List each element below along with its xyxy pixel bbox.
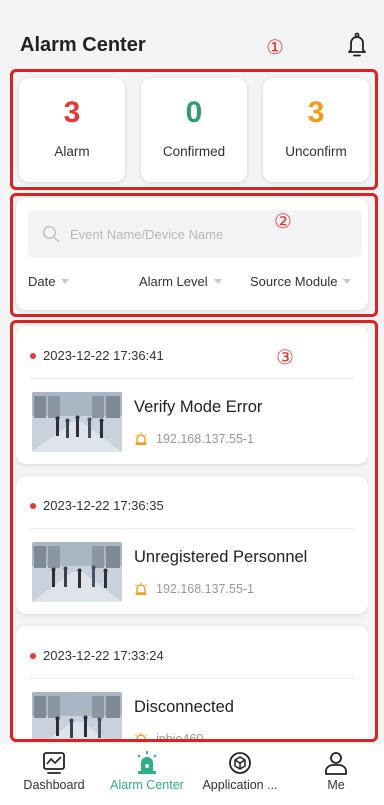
alarm-card[interactable]: 2023-12-22 17:33:24 Disconnected inbio46… (16, 626, 368, 740)
caret-down-icon (213, 279, 222, 284)
nav-me[interactable]: Me (288, 750, 384, 792)
header: Alarm Center ① (0, 0, 384, 68)
alarm-list: 2023-12-22 17:36:41 Verify Mode Error 19… (16, 322, 368, 740)
user-icon (325, 752, 347, 775)
stat-card-confirmed[interactable]: 0 Confirmed (141, 78, 247, 182)
alarm-event-name: Verify Mode Error (134, 398, 263, 416)
filter-alarm-level[interactable]: Alarm Level (139, 274, 222, 289)
search-input[interactable] (70, 210, 350, 258)
alarm-card[interactable]: 2023-12-22 17:36:41 Verify Mode Error 19… (16, 326, 368, 464)
filter-alarm-level-label: Alarm Level (139, 274, 208, 289)
alarm-time: 2023-12-22 17:36:35 (30, 498, 164, 513)
divider (30, 528, 354, 529)
stat-alarm-count: 3 (63, 96, 81, 129)
alarm-time: 2023-12-22 17:36:41 (30, 348, 164, 363)
nav-dashboard[interactable]: Dashboard (6, 750, 102, 792)
alarm-siren-icon (135, 582, 147, 595)
alarm-time-text: 2023-12-22 17:33:24 (43, 648, 164, 663)
annotation-2: ② (274, 211, 292, 233)
alarm-time-text: 2023-12-22 17:36:35 (43, 498, 164, 513)
alarm-snapshot-image[interactable] (32, 392, 122, 452)
divider (30, 378, 354, 379)
alarm-siren-icon (137, 751, 157, 774)
filter-panel: Date Alarm Level Source Module (16, 198, 368, 310)
alarm-siren-icon (135, 732, 147, 740)
alarm-device-text: inbio460 (156, 732, 204, 740)
cube-icon (229, 752, 251, 774)
alarm-event-name: Unregistered Personnel (134, 548, 308, 566)
alarm-time: 2023-12-22 17:33:24 (30, 648, 164, 663)
search-box[interactable] (28, 210, 362, 258)
alarm-event-name: Disconnected (134, 698, 234, 716)
stat-card-alarm[interactable]: 3 Alarm (19, 78, 125, 182)
alarm-device-text: 192.168.137.55-1 (156, 582, 255, 596)
bottom-nav: Dashboard Alarm Center Application ... M… (0, 744, 384, 805)
alarm-card[interactable]: 2023-12-22 17:36:35 Unregistered Personn… (16, 476, 368, 614)
stat-confirmed-count: 0 (185, 96, 203, 129)
filter-date[interactable]: Date (28, 274, 70, 289)
nav-alarm-center[interactable]: Alarm Center (99, 750, 195, 792)
filter-source-module-label: Source Module (250, 274, 338, 289)
filter-date-label: Date (28, 274, 56, 289)
nav-alarm-center-label: Alarm Center (110, 778, 184, 792)
alarm-device-text: 192.168.137.55-1 (156, 432, 255, 446)
stat-card-unconfirm[interactable]: 3 Unconfirm (263, 78, 369, 182)
nav-application-label: Application ... (202, 778, 278, 792)
stat-unconfirm-count: 3 (307, 96, 325, 129)
search-icon (42, 225, 60, 243)
stat-unconfirm-label: Unconfirm (285, 144, 347, 159)
alarm-snapshot-image[interactable] (32, 542, 122, 602)
unread-dot (30, 502, 36, 509)
alarm-device: 192.168.137.55-1 (134, 432, 254, 446)
annotation-3: ③ (276, 347, 294, 369)
caret-down-icon (343, 279, 352, 284)
stat-confirmed-label: Confirmed (162, 144, 226, 159)
dashboard-icon (43, 752, 65, 774)
unread-dot (30, 652, 36, 659)
alarm-device: 192.168.137.55-1 (134, 582, 254, 596)
annotation-1: ① (266, 37, 284, 59)
nav-dashboard-label: Dashboard (23, 778, 85, 792)
alarm-time-text: 2023-12-22 17:36:41 (43, 348, 164, 363)
caret-down-icon (61, 279, 70, 284)
divider (30, 678, 354, 679)
stat-alarm-label: Alarm (54, 144, 90, 159)
alarm-snapshot-image[interactable] (32, 692, 122, 740)
alarm-device: inbio460 (134, 732, 203, 740)
page-title: Alarm Center (20, 34, 146, 56)
nav-me-label: Me (327, 778, 345, 792)
alarm-siren-icon (135, 432, 147, 445)
nav-application[interactable]: Application ... (192, 750, 288, 792)
unread-dot (30, 352, 36, 359)
filter-source-module[interactable]: Source Module (250, 274, 352, 289)
bell-icon[interactable] (346, 32, 368, 58)
